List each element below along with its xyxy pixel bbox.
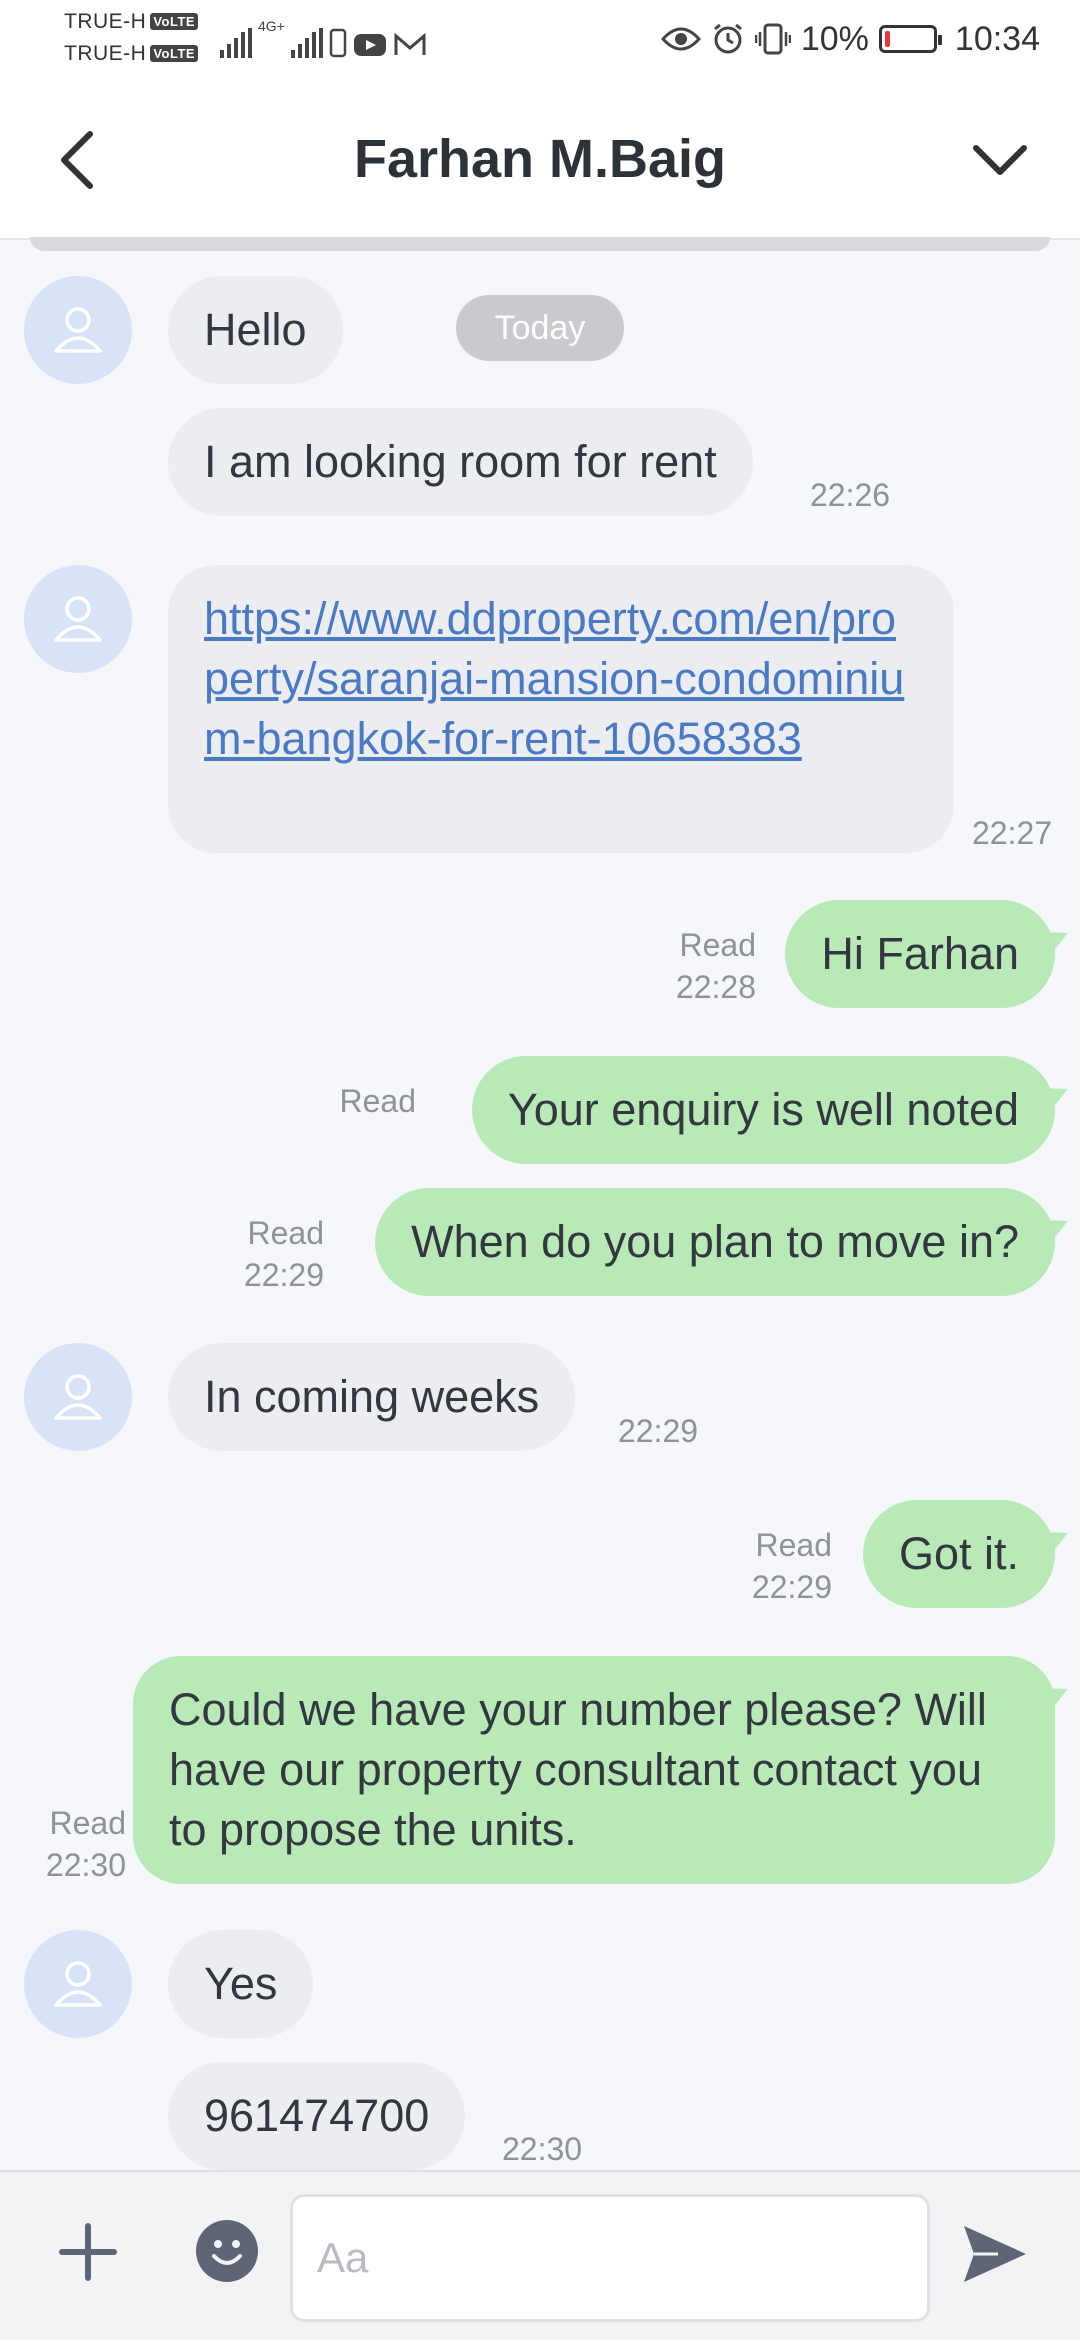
message-time: 22:26 — [810, 477, 891, 513]
battery-icon — [878, 25, 942, 53]
battery-percent: 10% — [800, 19, 869, 58]
volte-badge: VoLTE — [150, 45, 199, 62]
person-icon — [54, 596, 102, 642]
message-bubble-incoming[interactable]: 961474700 — [168, 2062, 466, 2170]
message-time: 22:29 — [618, 1413, 699, 1449]
contact-avatar[interactable] — [24, 1343, 132, 1451]
message-time: 22:27 — [972, 815, 1053, 851]
message-list[interactable]: Hello Today I am looking room for rent 2… — [0, 240, 1080, 2170]
contact-avatar[interactable] — [24, 565, 132, 673]
message-bubble-incoming[interactable]: I am looking room for rent — [168, 408, 753, 516]
message-bubble-outgoing[interactable]: Could we have your number please? Will h… — [133, 1656, 1055, 1884]
alarm-icon — [713, 23, 742, 54]
contact-avatar[interactable] — [24, 276, 132, 384]
read-receipt: Read 22:28 — [675, 927, 756, 1005]
network-type: 4G+ — [258, 18, 285, 34]
carrier-2: TRUE-H VoLTE — [64, 42, 199, 66]
message-bubble-incoming: https://www.ddproperty.com/en/property/s… — [168, 565, 954, 853]
date-divider: Today — [456, 295, 624, 361]
composer-bar — [0, 2170, 1080, 2340]
message-bubble-incoming[interactable]: Yes — [168, 1930, 314, 2038]
phone-icon — [329, 28, 347, 58]
mail-icon — [394, 32, 426, 55]
message-bubble-outgoing[interactable]: Got it. — [862, 1500, 1055, 1608]
message-bubble-outgoing[interactable]: When do you plan to move in? — [375, 1188, 1055, 1296]
signal-bars-icon — [220, 28, 252, 58]
person-icon — [54, 1961, 102, 2007]
message-input[interactable] — [290, 2194, 930, 2322]
status-bar: TRUE-H VoLTE TRUE-H VoLTE 4G+ 10% 10:34 — [0, 0, 1080, 80]
read-receipt: Read — [339, 1083, 417, 1119]
contact-avatar[interactable] — [24, 1930, 132, 2038]
read-receipt: Read 22:29 — [751, 1527, 832, 1605]
chat-title: Farhan M.Baig — [353, 129, 727, 189]
send-icon[interactable] — [958, 2218, 1030, 2290]
message-time: 22:30 — [502, 2131, 583, 2167]
youtube-icon — [353, 34, 386, 56]
battery-fill — [884, 31, 890, 47]
chevron-down-icon[interactable] — [960, 120, 1040, 200]
message-bubble-incoming[interactable]: In coming weeks — [168, 1343, 576, 1451]
message-bubble-outgoing[interactable]: Hi Farhan — [785, 900, 1055, 1008]
signal-icons: 4G+ — [220, 18, 427, 58]
read-receipt: Read 22:29 — [243, 1215, 324, 1293]
carrier-1: TRUE-H VoLTE — [64, 10, 199, 34]
message-bubble-outgoing[interactable]: Your enquiry is well noted — [471, 1056, 1055, 1164]
person-icon — [54, 307, 102, 353]
property-link[interactable]: https://www.ddproperty.com/en/property/s… — [204, 593, 904, 764]
status-right: 10% 10:34 — [660, 18, 1040, 60]
clock: 10:34 — [954, 19, 1040, 58]
chat-header: Farhan M.Baig — [0, 80, 1080, 240]
read-receipt: Read 22:30 — [45, 1805, 126, 1883]
vibrate-icon — [754, 23, 791, 55]
person-icon — [54, 1374, 102, 1420]
signal-bars-icon — [290, 28, 323, 58]
volte-badge: VoLTE — [150, 13, 199, 30]
emoji-icon[interactable] — [196, 2220, 258, 2282]
eye-icon — [660, 27, 701, 51]
plus-icon[interactable] — [58, 2222, 118, 2282]
message-bubble-incoming[interactable]: Hello — [168, 276, 343, 384]
